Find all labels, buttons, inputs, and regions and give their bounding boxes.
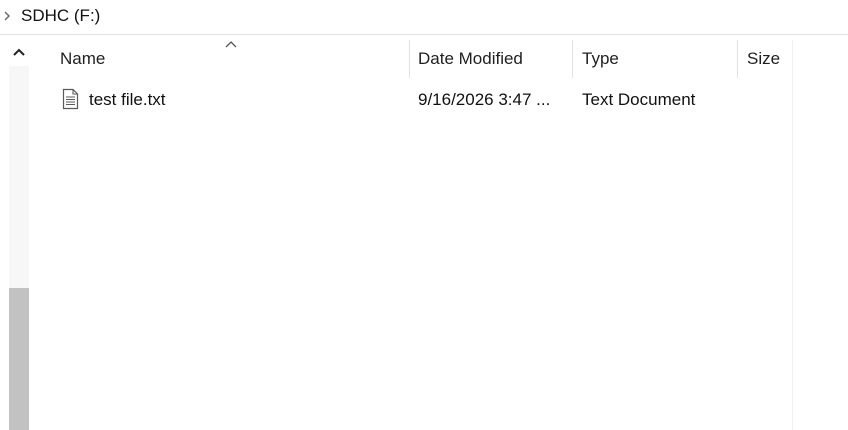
file-type: Text Document (582, 90, 696, 109)
breadcrumb-location[interactable]: SDHC (F:) (21, 5, 100, 27)
file-list-item[interactable]: test file.txt 9/16/2026 3:47 ... Text Do… (40, 84, 810, 116)
column-header-type[interactable]: Type (582, 40, 619, 78)
file-date-modified: 9/16/2026 3:47 ... (418, 90, 551, 109)
address-bar[interactable]: SDHC (F:) (0, 0, 848, 35)
chevron-up-icon[interactable] (8, 40, 30, 66)
column-header-row: Name Date Modified Type Size (40, 40, 848, 78)
column-header-name[interactable]: Name (60, 40, 105, 78)
file-explorer-window: SDHC (F:) Name Date Modified Type Size t… (0, 0, 848, 430)
scrollbar-thumb[interactable] (9, 288, 29, 430)
column-separator[interactable] (409, 40, 410, 78)
sort-ascending-icon (225, 41, 237, 48)
column-separator[interactable] (572, 40, 573, 78)
vertical-scrollbar[interactable] (8, 40, 30, 430)
text-document-icon (62, 88, 79, 110)
chevron-right-icon[interactable] (2, 9, 12, 23)
scrollbar-track[interactable] (9, 66, 29, 288)
column-header-size[interactable]: Size (747, 40, 780, 78)
column-header-date-modified[interactable]: Date Modified (418, 40, 523, 78)
file-name[interactable]: test file.txt (89, 84, 166, 116)
column-separator[interactable] (737, 40, 738, 78)
